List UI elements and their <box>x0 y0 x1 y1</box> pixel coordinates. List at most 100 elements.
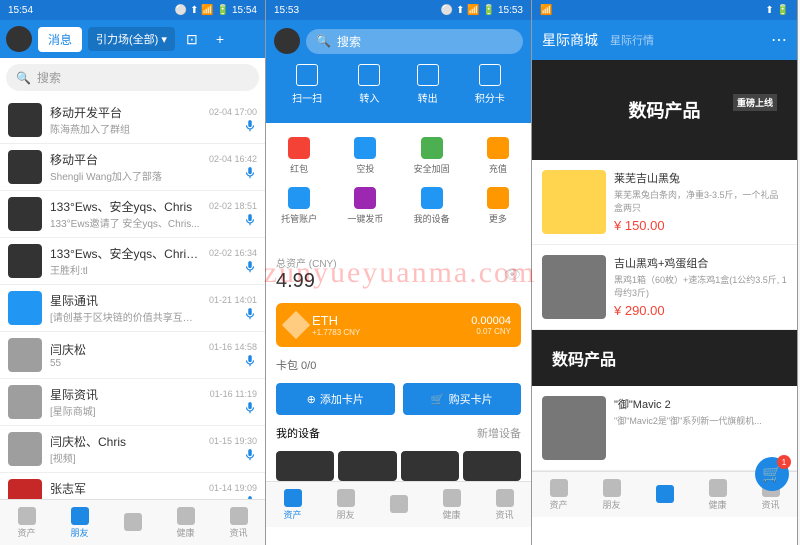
feature-item[interactable]: 红包 <box>266 131 332 181</box>
quick-action[interactable]: 转出 <box>417 64 439 105</box>
chat-avatar <box>8 244 42 278</box>
feature-item[interactable]: 托管账户 <box>266 181 332 231</box>
chat-avatar <box>8 197 42 231</box>
nav-label: 资产 <box>283 508 301 521</box>
search-bar[interactable]: 🔍 搜索 <box>306 29 523 54</box>
feature-icon <box>487 137 509 159</box>
feature-item[interactable]: 充值 <box>465 131 531 181</box>
cart-button[interactable]: 🛒 1 <box>755 457 789 491</box>
feature-label: 安全加固 <box>414 162 450 175</box>
feature-icon <box>354 137 376 159</box>
nav-item[interactable] <box>638 472 691 517</box>
chat-title: 133°Ews、安全yqs、Chris、... <box>50 245 201 262</box>
add-card-button[interactable]: ⊕ 添加卡片 <box>276 383 395 415</box>
status-icons: ⚪ ⬆ 📶 🔋 15:54 <box>175 5 257 16</box>
chat-subtitle: 55 <box>50 358 201 369</box>
nav-item[interactable]: 健康 <box>159 500 212 545</box>
nav-item[interactable]: 资讯 <box>212 500 265 545</box>
quick-action[interactable]: 积分卡 <box>475 64 505 105</box>
nav-item[interactable]: 健康 <box>425 482 478 527</box>
tab-messages[interactable]: 消息 <box>38 27 82 52</box>
add-device-link[interactable]: 新增设备 <box>477 425 521 441</box>
more-icon[interactable]: ⋯ <box>771 30 787 50</box>
eth-value: 0.00004 <box>471 315 511 327</box>
nav-icon <box>496 489 514 507</box>
chat-title: 闫庆松 <box>50 341 201 358</box>
quick-action[interactable]: 扫一扫 <box>292 64 322 105</box>
store-title[interactable]: 星际商城 <box>542 30 598 50</box>
chat-item[interactable]: 张志军 [微笑] 01-14 19:09 <box>0 473 265 499</box>
quick-action[interactable]: 转入 <box>358 64 380 105</box>
feature-item[interactable]: 安全加固 <box>399 131 465 181</box>
eth-card[interactable]: ETH +1.7783 CNY 0.00004 0.07 CNY <box>276 303 521 347</box>
feature-label: 红包 <box>290 162 308 175</box>
chat-item[interactable]: 闫庆松 55 01-16 14:58 <box>0 332 265 379</box>
chat-item[interactable]: 闫庆松、Chris [视频] 01-15 19:30 <box>0 426 265 473</box>
device-thumb[interactable] <box>338 451 396 481</box>
banner-digital-2[interactable]: 数码产品 <box>532 330 797 386</box>
nav-item[interactable]: 朋友 <box>53 500 106 545</box>
product-item[interactable]: 莱芜吉山黑兔 莱芜黑兔白条肉，净重3-3.5斤，一个礼品盒两只 ¥ 150.00 <box>532 160 797 245</box>
asset-summary: 总资产 (CNY) 4.99 👁 <box>266 245 531 303</box>
user-avatar[interactable] <box>6 26 32 52</box>
feature-item[interactable]: 空投 <box>332 131 398 181</box>
filter-dropdown[interactable]: 引力场(全部) ▾ <box>88 27 175 51</box>
store-header: 星际商城 星际行情 ⋯ <box>532 20 797 60</box>
quick-icon <box>358 64 380 86</box>
search-bar[interactable]: 🔍 搜索 <box>6 64 259 91</box>
status-time: 15:54 <box>8 5 33 16</box>
search-icon: 🔍 <box>16 71 31 85</box>
device-thumb[interactable] <box>401 451 459 481</box>
nav-item[interactable]: 资产 <box>0 500 53 545</box>
chat-item[interactable]: 移动开发平台 陈海燕加入了群组 02-04 17:00 <box>0 97 265 144</box>
nav-item[interactable]: 资讯 <box>478 482 531 527</box>
device-thumb[interactable] <box>276 451 334 481</box>
nav-icon <box>443 489 461 507</box>
nav-icon <box>124 513 142 531</box>
chat-item[interactable]: 移动平台 Shengli Wang加入了部落 02-04 16:42 <box>0 144 265 191</box>
chat-item[interactable]: 星际资讯 [星际商城] 01-16 11:19 <box>0 379 265 426</box>
feature-icon <box>288 187 310 209</box>
nav-item[interactable]: 资产 <box>266 482 319 527</box>
device-thumb[interactable] <box>463 451 521 481</box>
nav-item[interactable] <box>106 500 159 545</box>
product-item[interactable]: "御"Mavic 2 "御"Mavic2是"御"系列新一代旗舰机... <box>532 386 797 471</box>
card-actions: ⊕ 添加卡片 🛒 购买卡片 <box>266 383 531 415</box>
bottom-nav: 资产 朋友 健康 资讯 <box>266 481 531 527</box>
feature-item[interactable]: 我的设备 <box>399 181 465 231</box>
nav-item[interactable] <box>372 482 425 527</box>
user-avatar[interactable] <box>274 28 300 54</box>
chat-item[interactable]: 133°Ews、安全yqs、Chris 133°Ews邀请了 安全yqs、Chr… <box>0 191 265 238</box>
status-time: 📶 <box>540 5 552 16</box>
chat-avatar <box>8 432 42 466</box>
device-label: 我的设备 <box>276 425 320 441</box>
chat-time: 01-14 19:09 <box>209 483 257 493</box>
device-thumbnails <box>266 451 531 481</box>
nav-item[interactable]: 健康 <box>691 472 744 517</box>
buy-card-button[interactable]: 🛒 购买卡片 <box>403 383 522 415</box>
eth-icon <box>282 311 310 339</box>
nav-item[interactable]: 资产 <box>532 472 585 517</box>
banner-digital[interactable]: 数码产品 重磅上线 <box>532 60 797 160</box>
chat-title: 星际通讯 <box>50 292 201 309</box>
nav-item[interactable]: 朋友 <box>319 482 372 527</box>
product-item[interactable]: 吉山黑鸡+鸡蛋组合 黑鸡1箱（60枚）+速冻鸡1盒(1公约3.5斤, 1母约3斤… <box>532 245 797 330</box>
voice-icon <box>243 166 257 180</box>
chat-title: 移动开发平台 <box>50 104 201 121</box>
chat-item[interactable]: 133°Ews、安全yqs、Chris、... 王胜利:tl 02-02 16:… <box>0 238 265 285</box>
bottom-nav: 资产 朋友 健康 资讯 <box>0 499 265 545</box>
chat-avatar <box>8 385 42 419</box>
chat-item[interactable]: 星际通讯 [请创基于区块链的价值共享互联... 01-21 14:01 <box>0 285 265 332</box>
tab-switcher[interactable]: 消息 <box>38 27 82 52</box>
chat-time: 01-16 11:19 <box>210 389 257 399</box>
visibility-toggle-icon[interactable]: 👁 <box>503 266 521 283</box>
feature-item[interactable]: 一键发币 <box>332 181 398 231</box>
store-subtitle[interactable]: 星际行情 <box>610 32 654 48</box>
nav-item[interactable]: 朋友 <box>585 472 638 517</box>
feature-grid: 红包 空投 安全加固 充值 托管账户 一键发币 我的设备 更多 <box>266 123 531 239</box>
chat-subtitle: 133°Ews邀请了 安全yqs、Chris... <box>50 215 201 230</box>
chat-avatar <box>8 291 42 325</box>
scan-icon[interactable]: ⊡ <box>181 28 203 50</box>
add-icon[interactable]: + <box>209 28 231 50</box>
feature-item[interactable]: 更多 <box>465 181 531 231</box>
